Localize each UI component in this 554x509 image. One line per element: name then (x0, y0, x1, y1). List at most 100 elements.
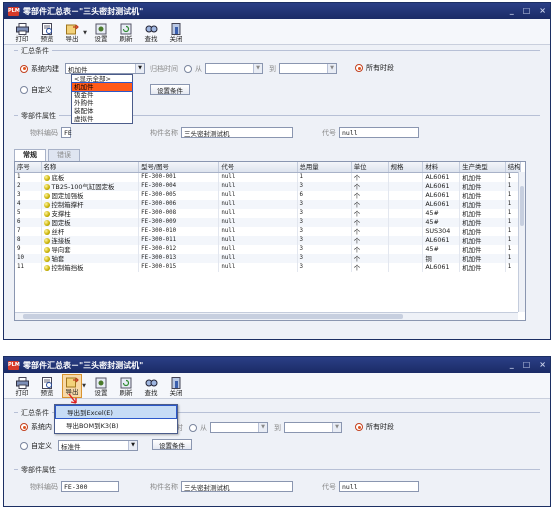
builtin-radio[interactable] (20, 64, 28, 73)
col-header-name[interactable]: 名称 (41, 162, 140, 173)
cell-material: 45# (422, 208, 461, 218)
find-button[interactable]: 查找 (141, 20, 161, 44)
part-id-field[interactable]: null (339, 127, 419, 138)
export-bom-to-k3-item[interactable]: 导出BOM到K3(B) (55, 419, 177, 433)
custom-radio[interactable] (20, 86, 28, 94)
minimize-button[interactable]: _ (510, 3, 514, 19)
table-row[interactable]: 11 控制箱挡板 FE-300-015 null 3 个 AL6061 机加件 1 (15, 262, 522, 272)
cell-material: AL6061 (422, 190, 461, 200)
to-date-field[interactable]: ▼ (284, 422, 342, 433)
settings-button[interactable]: 设置 (91, 374, 111, 398)
col-header-model[interactable]: 型号/图号 (138, 162, 220, 173)
refresh-button[interactable]: 刷新 (116, 20, 136, 44)
custom-row: 自定义 标准件 ▼ (20, 440, 138, 451)
material-code-field[interactable]: FE-300 (61, 481, 119, 492)
export-to-excel-item[interactable]: 导出到Excel(E) (55, 405, 177, 419)
horizontal-scroll-thumb[interactable] (23, 314, 403, 319)
cell-quantity: 3 (297, 235, 352, 245)
part-name-field[interactable]: 三头密封测试机 (181, 481, 293, 492)
dropdown-option-purchased[interactable]: 外购件 (72, 99, 132, 107)
cell-code: null (218, 226, 298, 236)
cell-production-type: 机加件 (459, 172, 506, 182)
tab-general[interactable]: 常规 (14, 149, 46, 161)
table-row[interactable]: 7 丝杆 FE-300-010 null 3 个 SUS304 机加件 1 (15, 226, 522, 236)
part-id-field[interactable]: null (339, 481, 419, 492)
preview-button[interactable]: 预览 (37, 20, 57, 44)
table-row[interactable]: 8 连接板 FE-300-011 null 3 个 AL6061 机加件 1 (15, 235, 522, 245)
col-header-index[interactable]: 序号 (15, 162, 42, 173)
col-header-spec[interactable]: 规格 (388, 162, 424, 173)
preview-button[interactable]: 预览 (37, 374, 57, 398)
vertical-scroll-thumb[interactable] (520, 186, 524, 226)
from-date-field[interactable]: ▼ (205, 63, 263, 74)
all-time-radio[interactable] (355, 64, 363, 72)
dropdown-option-assembly[interactable]: 装配体 (72, 107, 132, 115)
table-row[interactable]: 5 支撑柱 FE-300-008 null 3 个 45# 机加件 1 (15, 208, 522, 218)
custom-select[interactable]: 标准件 ▼ (58, 440, 138, 451)
col-header-material[interactable]: 材料 (422, 162, 461, 173)
table-row[interactable]: 3 固定加强板 FE-300-005 null 6 个 AL6061 机加件 1 (15, 190, 522, 200)
cell-material: SUS304 (422, 226, 461, 236)
table-row[interactable]: 1 底板 FE-300-001 null 1 个 AL6061 机加件 1 (15, 172, 522, 182)
horizontal-scrollbar[interactable] (15, 312, 518, 320)
from-date-field[interactable]: ▼ (210, 422, 268, 433)
dropdown-option-machined[interactable]: 机加件 (71, 82, 133, 92)
maximize-button[interactable]: □ (523, 357, 531, 373)
table-header-row: 序号 名称 型号/图号 代号 总用量 单位 规格 材料 生产类型 结构 (15, 162, 522, 173)
refresh-icon (120, 377, 131, 389)
maximize-button[interactable]: □ (523, 3, 531, 19)
table-row[interactable]: 2 TB25-100气缸固定板 FE-300-004 null 3 个 AL6061 机加件 1 (15, 181, 522, 191)
preview-label: 预览 (40, 389, 54, 397)
builtin-radio[interactable] (20, 423, 28, 431)
custom-radio[interactable] (20, 441, 28, 450)
table-row[interactable]: 6 固定板 FE-300-009 null 3 个 45# 机加件 1 (15, 217, 522, 227)
settings-button[interactable]: 设置 (91, 20, 111, 44)
set-condition-button[interactable]: 设置条件 (152, 439, 192, 450)
to-date-field[interactable]: ▼ (279, 63, 337, 74)
vertical-scrollbar[interactable] (518, 172, 525, 312)
table-row[interactable]: 9 导向套 FE-300-012 null 3 个 45# 机加件 1 (15, 244, 522, 254)
close-button[interactable]: 关闭 (166, 374, 186, 398)
from-radio[interactable] (189, 423, 197, 432)
dropdown-option-all[interactable]: <显示全部> (72, 75, 132, 83)
close-button[interactable]: 关闭 (166, 20, 186, 44)
from-radio[interactable] (184, 64, 192, 73)
builtin-select[interactable]: 机加件 ▼ (65, 63, 145, 74)
table-row[interactable]: 4 控制箱撑杆 FE-300-006 null 3 个 AL6061 机加件 1 (15, 199, 522, 209)
cell-name: 支撑柱 (41, 208, 140, 218)
print-button[interactable]: 打印 (12, 20, 32, 44)
cell-quantity: 1 (297, 172, 352, 182)
part-name-text: 导向套 (51, 245, 71, 254)
part-icon (43, 246, 50, 253)
col-header-code[interactable]: 代号 (218, 162, 298, 173)
dropdown-option-virtual[interactable]: 虚拟件 (72, 115, 132, 123)
table-row[interactable]: 10 轴套 FE-300-013 null 3 个铜机加件 1 (15, 253, 522, 263)
part-name-field[interactable]: 三头密封测试机 (181, 127, 293, 138)
minimize-button[interactable]: _ (510, 357, 514, 373)
tab-errors[interactable]: 错误 (48, 149, 80, 161)
print-button[interactable]: 打印 (12, 374, 32, 398)
close-window-button[interactable]: × (539, 3, 546, 19)
cell-spec (388, 208, 424, 218)
cell-unit: 个 (351, 199, 389, 209)
cell-index: 3 (15, 190, 42, 200)
archive-time-row: 归档时间 从 ▼ 到 ▼ (150, 63, 337, 74)
to-label: 到 (269, 64, 276, 73)
material-code-label: 物料编码 (30, 482, 58, 491)
col-header-unit[interactable]: 单位 (351, 162, 389, 173)
all-time-radio[interactable] (355, 423, 363, 431)
material-code-field[interactable]: FE (61, 127, 72, 138)
cell-spec (388, 199, 424, 209)
export-button[interactable]: 导出 ▼ (62, 20, 87, 44)
refresh-button[interactable]: 刷新 (116, 374, 136, 398)
find-button[interactable]: 查找 (141, 374, 161, 398)
col-header-quantity[interactable]: 总用量 (297, 162, 352, 173)
col-header-structure[interactable]: 结构 (505, 162, 522, 173)
set-condition-button[interactable]: 设置条件 (150, 84, 190, 95)
dropdown-option-sheetmetal[interactable]: 钣金件 (72, 91, 132, 99)
col-header-production-type[interactable]: 生产类型 (459, 162, 506, 173)
archive-time-row: 时 从 ▼ 到 ▼ (176, 422, 342, 433)
cell-production-type: 机加件 (459, 199, 506, 209)
close-window-button[interactable]: × (539, 357, 546, 373)
printer-icon (15, 23, 29, 35)
